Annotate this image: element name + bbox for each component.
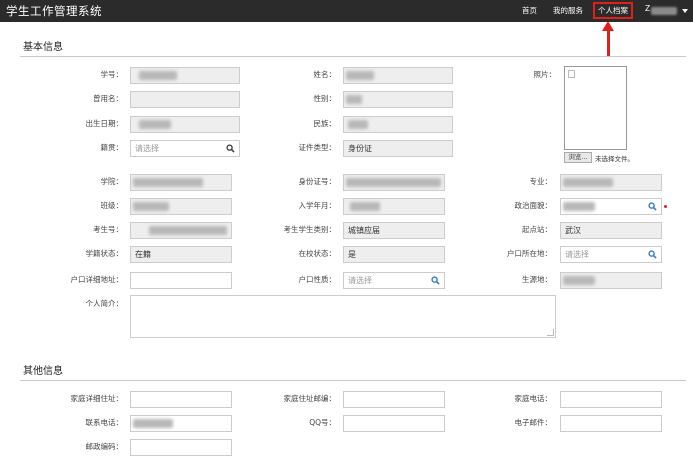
section-divider (20, 380, 686, 381)
home-postcode-input[interactable] (343, 391, 445, 408)
section-title-basic: 基本信息 (23, 42, 63, 53)
birth-date-field (130, 116, 240, 133)
hukou-address-input[interactable] (130, 272, 232, 289)
file-status: 未选择文件。 (595, 155, 634, 163)
label-name: 姓名： (313, 70, 337, 79)
label-college: 学院： (100, 177, 124, 186)
hukou-nature-placeholder: 请选择 (348, 276, 372, 285)
nav-my-services[interactable]: 我的服务 (553, 5, 583, 16)
label-hukou-location: 户口所在地： (507, 249, 552, 258)
label-id-number: 身份证号： (298, 177, 337, 186)
former-name-field (130, 91, 240, 108)
photo-frame (564, 66, 627, 150)
home-address-input[interactable] (130, 391, 232, 408)
candidate-type-field: 城镇应届 (343, 222, 445, 239)
label-home-postcode: 家庭住址邮编： (283, 394, 337, 403)
hukou-nature-select[interactable]: 请选择 (343, 272, 445, 289)
enroll-year-field (343, 198, 445, 215)
label-political-status: 政治面貌： (514, 201, 553, 210)
resize-grip-icon[interactable] (547, 329, 554, 336)
source-region-field (560, 272, 662, 289)
chevron-down-icon[interactable] (682, 9, 688, 13)
label-candidate-type: 考生学生类别： (283, 225, 337, 234)
id-type-field: 身份证 (343, 140, 453, 157)
label-class: 班级： (100, 201, 124, 210)
on-campus-field: 是 (343, 246, 445, 263)
nav-personal-file[interactable]: 个人档案 (593, 2, 633, 19)
class-field (130, 198, 232, 215)
label-exam-number: 考生号： (93, 225, 123, 234)
label-on-campus: 在校状态： (298, 249, 337, 258)
native-place-select[interactable]: 请选择 (130, 140, 240, 157)
app-title: 学生工作管理系统 (6, 4, 102, 18)
label-hukou-nature: 户口性质： (298, 275, 337, 284)
id-number-field (343, 174, 445, 191)
home-phone-input[interactable] (560, 391, 662, 408)
label-source-region: 生源地： (522, 275, 552, 284)
ethnicity-field (343, 116, 453, 133)
annotation-arrow-shaft (607, 27, 610, 57)
label-ethnicity: 民族： (313, 119, 337, 128)
browse-button[interactable]: 浏览... (564, 152, 592, 163)
label-email: 电子邮件： (514, 418, 553, 427)
search-icon[interactable] (648, 202, 657, 211)
label-major: 专业： (529, 177, 553, 186)
search-icon[interactable] (648, 250, 657, 259)
label-bio: 个人简介： (85, 299, 124, 308)
top-bar: 学生工作管理系统 首页 我的服务 个人档案 Z (0, 0, 693, 22)
user-initial[interactable]: Z (645, 4, 650, 13)
native-place-placeholder: 请选择 (135, 144, 159, 153)
search-icon[interactable] (431, 276, 440, 285)
label-birth-date: 出生日期： (85, 119, 124, 128)
status-field: 在籍 (130, 246, 232, 263)
hukou-location-select[interactable]: 请选择 (560, 246, 662, 263)
label-qq: QQ号： (309, 418, 336, 427)
political-status-select[interactable] (560, 198, 662, 215)
major-field (560, 174, 662, 191)
label-status: 学籍状态： (85, 249, 124, 258)
college-field (130, 174, 232, 191)
label-home-phone: 家庭电话： (514, 394, 553, 403)
label-photo: 照片： (533, 70, 557, 79)
label-home-address: 家庭详细住址： (70, 394, 124, 403)
section-divider (20, 56, 686, 57)
email-input[interactable] (560, 415, 662, 432)
label-native-place: 籍贯： (100, 143, 124, 152)
label-student-id: 学号： (100, 70, 124, 79)
search-icon[interactable] (226, 144, 235, 153)
bio-textarea[interactable] (130, 295, 556, 338)
label-hukou-address: 户口详细地址： (70, 275, 124, 284)
broken-image-icon (568, 70, 575, 78)
qq-input[interactable] (343, 415, 445, 432)
label-phone: 联系电话： (85, 418, 124, 427)
section-title-other: 其他信息 (23, 366, 63, 377)
label-enroll-year: 入学年月： (298, 201, 337, 210)
label-gender: 性别： (313, 94, 337, 103)
label-former-name: 曾用名： (93, 94, 123, 103)
label-origin-station: 起点站： (522, 225, 552, 234)
user-name-redacted[interactable] (651, 7, 677, 15)
student-id-field (130, 67, 240, 84)
label-id-type: 证件类型： (298, 143, 337, 152)
hukou-location-placeholder: 请选择 (565, 250, 589, 259)
label-postcode: 邮政编码： (85, 442, 124, 451)
origin-station-field: 武汉 (560, 222, 662, 239)
gender-field (343, 91, 453, 108)
exam-number-field (130, 222, 232, 239)
nav-home[interactable]: 首页 (522, 5, 537, 16)
required-marker (664, 205, 667, 208)
postcode-input[interactable] (130, 439, 232, 456)
phone-input[interactable] (130, 415, 232, 432)
name-field (343, 67, 453, 84)
